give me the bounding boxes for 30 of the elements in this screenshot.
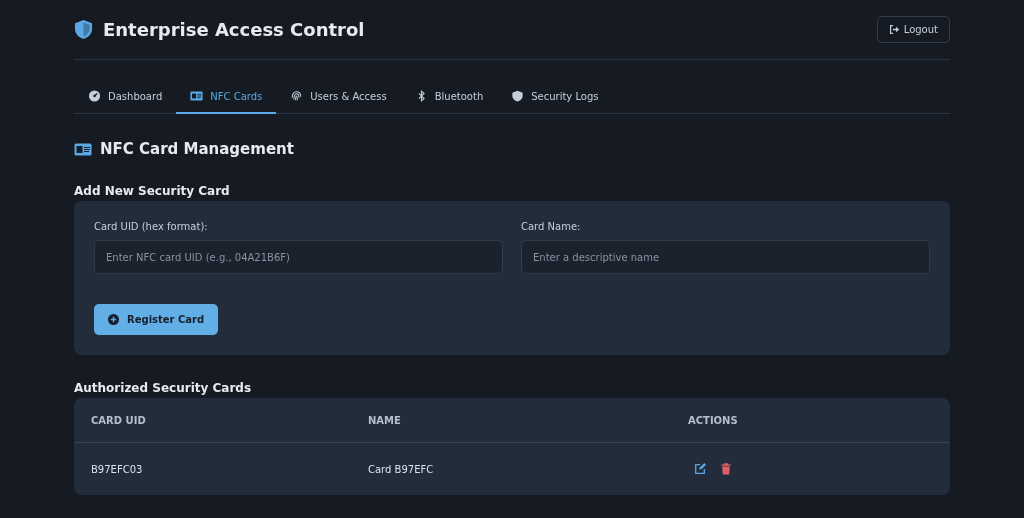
- nav-tab[interactable]: Dashboard: [74, 81, 177, 114]
- section-heading: Add New Security Card: [74, 184, 231, 198]
- nav-tab[interactable]: NFC Cards: [176, 81, 277, 114]
- table-cell-text: B97EFC03: [91, 463, 144, 475]
- nav-tab[interactable]: Bluetooth: [400, 81, 498, 114]
- logout-button[interactable]: Logout: [876, 16, 950, 43]
- column-header: NAME: [368, 414, 402, 426]
- column-header: CARD UID: [91, 414, 147, 426]
- register-button[interactable]: Register Card: [94, 304, 219, 335]
- field-label: Card UID (hex format):: [94, 221, 209, 232]
- input-field[interactable]: Enter a descriptive name: [521, 240, 930, 274]
- nav-tab[interactable]: Users & Access: [276, 81, 401, 114]
- input-field[interactable]: Enter NFC card UID (e.g., 04A21B6F): [94, 240, 503, 274]
- field-label: Card Name:: [521, 221, 582, 232]
- id-card-icon: [74, 142, 92, 156]
- shield-icon: [74, 19, 93, 40]
- table-cell-text: Card B97EFC: [368, 463, 435, 475]
- gauge-icon: [88, 90, 101, 102]
- shield-icon: [511, 90, 525, 102]
- id-card-icon: [190, 90, 204, 102]
- page-title: NFC Card Management: [100, 140, 294, 158]
- fingerprint-icon: [290, 90, 304, 102]
- trash-icon[interactable]: [720, 463, 732, 475]
- logout-icon: [888, 24, 900, 35]
- plus-circle-icon: [108, 314, 119, 325]
- app-title: Enterprise Access Control: [103, 19, 365, 40]
- edit-icon[interactable]: [694, 463, 706, 475]
- section-heading: Authorized Security Cards: [74, 381, 253, 395]
- nav-tab[interactable]: Security Logs: [497, 81, 613, 114]
- column-header: ACTIONS: [688, 414, 739, 426]
